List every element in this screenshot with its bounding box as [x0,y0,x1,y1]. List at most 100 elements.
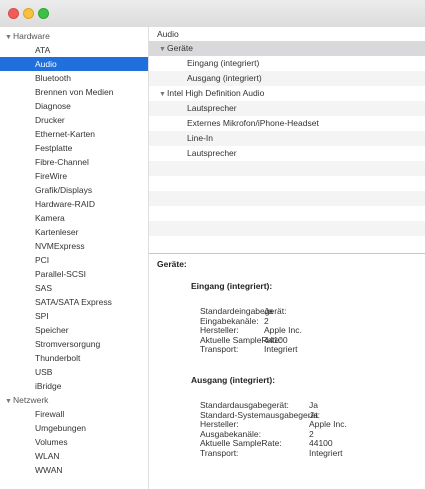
detail-section-title: Eingang (integriert): [191,281,273,291]
tree-empty-row [149,161,425,176]
tree-empty-row [149,191,425,206]
tree-empty-row [149,176,425,191]
device-tree: ▼Geräte Eingang (integriert) Ausgang (inte… [149,41,425,253]
detail-key: Ausgabekanäle: [200,428,261,439]
sidebar-item-ata[interactable]: ATA [0,43,148,57]
sidebar-item-drucker[interactable]: Drucker [0,113,148,127]
detail-panel: Geräte: Eingang (integriert): Standardein… [149,254,425,489]
sidebar-item-hardware-raid[interactable]: Hardware-RAID [0,197,148,211]
sidebar-item-sata-sata-express[interactable]: SATA/SATA Express [0,295,148,309]
disclosure-triangle-icon[interactable]: ▼ [159,42,167,57]
sidebar-item-firewire[interactable]: FireWire [0,169,148,183]
detail-value: Integriert [264,344,298,354]
detail-row: Hersteller: Apple Inc. [200,325,420,335]
detail-key: Standard-Systemausgabegerät: [200,409,321,420]
detail-row: Hersteller: Apple Inc. [200,419,420,429]
sidebar-item-thunderbolt[interactable]: Thunderbolt [0,351,148,365]
sidebar-item-umgebungen[interactable]: Umgebungen [0,421,148,435]
sidebar-item-stromversorgung[interactable]: Stromversorgung [0,337,148,351]
detail-key: Standardeingabegerät: [200,306,287,316]
detail-value: Ja [309,409,318,420]
title-bar [0,0,425,28]
detail-key: Eingabekanäle: [200,315,259,326]
sidebar-item-brennen-von-medien[interactable]: Brennen von Medien [0,85,148,99]
detail-key: Aktuelle SampleRate: [200,438,282,448]
tree-row-label: Lautsprecher [187,103,237,113]
sidebar-item-kamera[interactable]: Kamera [0,211,148,225]
sidebar-group-label: Netzwerk [13,395,49,405]
detail-key: Hersteller: [200,325,239,335]
sidebar-group-label: Hardware [13,31,50,41]
tree-row-label: Externes Mikrofon/iPhone-Headset [187,118,319,128]
sidebar-item-wwan[interactable]: WWAN [0,463,148,477]
sidebar-item-usb[interactable]: USB [0,365,148,379]
detail-value: 44100 [309,438,333,448]
sidebar-group-hardware[interactable]: ▼Hardware [0,29,148,43]
detail-value: Apple Inc. [309,419,347,429]
tree-group-row[interactable]: ▼Intel High Definition Audio [149,86,425,101]
sidebar-item-festplatte[interactable]: Festplatte [0,141,148,155]
detail-row: Transport: Integriert [200,448,420,458]
sidebar-item-audio[interactable]: Audio [0,57,148,71]
detail-value: Ja [309,400,318,410]
detail-row: Eingabekanäle: 2 [200,316,420,326]
tree-row-label: Geräte [167,43,193,53]
sidebar-item-parallel-scsi[interactable]: Parallel-SCSI [0,267,148,281]
detail-row: Ausgabekanäle: 2 [200,429,420,439]
sidebar-item-nvmexpress[interactable]: NVMExpress [0,239,148,253]
sidebar-group-netzwerk[interactable]: ▼Netzwerk [0,393,148,407]
sidebar: ▼Hardware ATA Audio Bluetooth Brennen von Me… [0,27,149,489]
sidebar-item-fibre-channel[interactable]: Fibre-Channel [0,155,148,169]
sidebar-item-speicher[interactable]: Speicher [0,323,148,337]
detail-row: Transport: Integriert [200,344,420,354]
disclosure-triangle-icon[interactable]: ▼ [159,87,167,102]
detail-row: Aktuelle SampleRate: 44100 [200,335,420,345]
tree-row-label: Eingang (integriert) [187,58,260,68]
tree-group-row[interactable]: ▼Geräte [149,41,425,56]
tree-device-row[interactable]: Ausgang (integriert) [149,71,425,86]
detail-value: 44100 [264,334,288,345]
tree-row-label: Intel High Definition Audio [167,88,265,98]
minimize-window-button[interactable] [23,8,34,19]
close-window-button[interactable] [8,8,19,19]
tree-empty-row [149,236,425,251]
sidebar-item-pci[interactable]: PCI [0,253,148,267]
zoom-window-button[interactable] [38,8,49,19]
sidebar-item-volumes[interactable]: Volumes [0,435,148,449]
detail-row: Standardausgabegerät: Ja [200,400,420,410]
detail-section-title: Ausgang (integriert): [191,375,276,385]
sidebar-item-kartenleser[interactable]: Kartenleser [0,225,148,239]
tree-row-label: Line-In [187,133,213,143]
sidebar-item-wlan[interactable]: WLAN [0,449,148,463]
tree-device-row[interactable]: Lautsprecher [149,146,425,161]
tree-device-row[interactable]: Externes Mikrofon/iPhone-Headset [149,116,425,131]
tree-device-row[interactable]: Line-In [149,131,425,146]
detail-row: Standardeingabegerät: Ja [200,306,420,316]
detail-row: Standard-Systemausgabegerät: Ja [200,410,420,420]
tree-row-label: Lautsprecher [187,148,237,158]
detail-row: Aktuelle SampleRate: 44100 [200,438,420,448]
sidebar-item-diagnose[interactable]: Diagnose [0,99,148,113]
detail-value: Integriert [309,447,343,458]
sidebar-item-sas[interactable]: SAS [0,281,148,295]
sidebar-item-bluetooth[interactable]: Bluetooth [0,71,148,85]
pane-header: Audio [149,27,425,41]
system-information-window: ▼Hardware ATA Audio Bluetooth Brennen von Me… [0,0,425,489]
detail-title: Geräte: [157,259,187,269]
sidebar-item-spi[interactable]: SPI [0,309,148,323]
detail-key: Transport: [200,344,239,354]
detail-value: Apple Inc. [264,325,302,335]
detail-value: 2 [309,428,314,439]
detail-key: Standardausgabegerät: [200,400,289,410]
detail-value: 2 [264,315,269,326]
sidebar-item-ethernet-karten[interactable]: Ethernet-Karten [0,127,148,141]
tree-row-label: Ausgang (integriert) [187,73,262,83]
sidebar-item-grafik-displays[interactable]: Grafik/Displays [0,183,148,197]
sidebar-item-firewall[interactable]: Firewall [0,407,148,421]
detail-value: Ja [264,306,273,316]
tree-empty-row [149,221,425,236]
tree-device-row[interactable]: Lautsprecher [149,101,425,116]
tree-device-row[interactable]: Eingang (integriert) [149,56,425,71]
sidebar-item-ibridge[interactable]: iBridge [0,379,148,393]
detail-key: Hersteller: [200,419,239,429]
